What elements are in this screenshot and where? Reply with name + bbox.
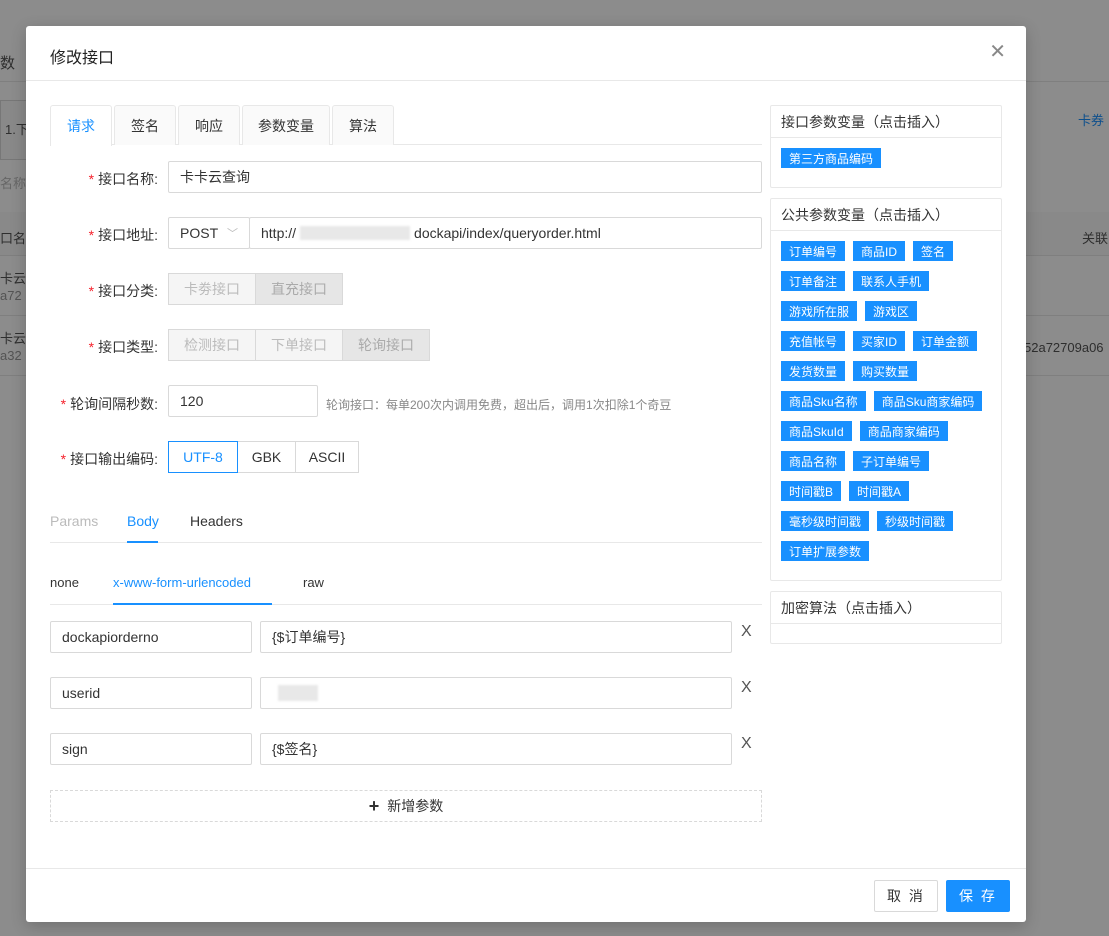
- var-chip[interactable]: 时间戳B: [781, 481, 842, 501]
- chip-row: 商品名称 子订单编号: [781, 451, 1001, 471]
- public-vars-panel: 公共参数变量（点击插入） 订单编号 商品ID 签名 订单备注 联系人手机 游戏所在服 游戏区…: [770, 198, 1002, 581]
- param-value-input[interactable]: {$签名}: [260, 733, 732, 765]
- encoding-option-ascii[interactable]: ASCII: [295, 441, 359, 473]
- algorithms-panel: 加密算法（点击插入）: [770, 591, 1002, 644]
- modal-title: 修改接口: [50, 50, 115, 67]
- interval-input[interactable]: 120: [168, 385, 318, 417]
- var-chip[interactable]: 子订单编号: [853, 451, 930, 471]
- chip-row: 订单编号 商品ID 签名: [781, 241, 1001, 261]
- tab-sign[interactable]: 签名: [114, 105, 176, 145]
- var-chip[interactable]: 毫秒级时间戳: [781, 511, 870, 531]
- redacted-host: [300, 226, 411, 240]
- chip-row: 发货数量 购买数量: [781, 361, 1001, 381]
- param-key-input[interactable]: sign: [50, 733, 252, 765]
- redacted-value: [278, 685, 318, 701]
- chip-row: 时间戳B 时间戳A: [781, 481, 1001, 501]
- interval-label: * 轮询间隔秒数:: [60, 396, 158, 412]
- encoding-label: * 接口输出编码:: [60, 451, 158, 467]
- param-value-input[interactable]: {$订单编号}: [260, 621, 732, 653]
- subtab-body[interactable]: Body: [127, 513, 159, 529]
- category-option-card[interactable]: 卡劵接口: [168, 273, 256, 305]
- param-value-input[interactable]: [260, 677, 732, 709]
- tab-request[interactable]: 请求: [50, 105, 112, 146]
- body-type-raw[interactable]: raw: [303, 575, 324, 590]
- var-chip[interactable]: 时间戳A: [849, 481, 910, 501]
- tab-algorithm[interactable]: 算法: [332, 105, 394, 145]
- chip-row: 商品Sku名称 商品Sku商家编码: [781, 391, 1001, 411]
- main-tabs: 请求 签名 响应 参数变量 算法: [50, 105, 762, 146]
- encoding-option-gbk[interactable]: GBK: [237, 441, 296, 473]
- active-subtab-indicator: [127, 541, 158, 543]
- var-chip[interactable]: 订单编号: [781, 241, 846, 261]
- plus-icon: +: [368, 796, 380, 816]
- chevron-down-icon: ﹀: [227, 228, 238, 240]
- modal-footer: 取 消 保 存: [26, 868, 1026, 922]
- body-type-none[interactable]: none: [50, 575, 79, 590]
- param-key-input[interactable]: dockapiorderno: [50, 621, 252, 653]
- var-chip[interactable]: 商品SkuId: [781, 421, 852, 441]
- tab-param-vars[interactable]: 参数变量: [242, 105, 330, 145]
- cancel-button[interactable]: 取 消: [874, 880, 938, 912]
- delete-param-icon[interactable]: X: [741, 735, 752, 753]
- type-option-poll[interactable]: 轮询接口: [342, 329, 430, 361]
- edit-interface-modal: 修改接口 ✕ 请求 签名 响应 参数变量 算法 * 接口名称: 卡卡云查询 * 接口…: [26, 26, 1026, 922]
- var-chip[interactable]: 商品名称: [781, 451, 846, 471]
- var-chip[interactable]: 第三方商品编码: [781, 148, 882, 168]
- type-option-check[interactable]: 检测接口: [168, 329, 256, 361]
- name-input[interactable]: 卡卡云查询: [168, 161, 762, 193]
- delete-param-icon[interactable]: X: [741, 679, 752, 697]
- chip-row: 订单扩展参数: [781, 541, 1001, 561]
- panel-title: 加密算法（点击插入）: [771, 592, 1001, 624]
- type-label: * 接口类型:: [88, 339, 158, 355]
- var-chip[interactable]: 购买数量: [853, 361, 918, 381]
- subtab-params[interactable]: Params: [50, 513, 98, 529]
- var-chip[interactable]: 订单备注: [781, 271, 846, 291]
- var-chip[interactable]: 发货数量: [781, 361, 846, 381]
- active-body-type-indicator: [113, 603, 272, 605]
- var-chip[interactable]: 订单金额: [913, 331, 978, 351]
- panel-title: 公共参数变量（点击插入）: [771, 199, 1001, 231]
- tab-response[interactable]: 响应: [178, 105, 240, 145]
- var-chip[interactable]: 商品ID: [853, 241, 906, 261]
- url-input[interactable]: http:// dockapi/index/queryorder.html: [249, 217, 762, 249]
- name-label: * 接口名称:: [88, 171, 158, 187]
- body-type-urlencoded[interactable]: x-www-form-urlencoded: [113, 575, 251, 590]
- chip-row: 毫秒级时间戳 秒级时间戳: [781, 511, 1001, 531]
- interface-vars-panel: 接口参数变量（点击插入） 第三方商品编码: [770, 105, 1002, 188]
- close-icon[interactable]: ✕: [989, 42, 1006, 62]
- url-label: * 接口地址:: [88, 227, 158, 243]
- var-chip[interactable]: 游戏区: [865, 301, 918, 321]
- modal-header: 修改接口 ✕: [26, 26, 1026, 81]
- add-param-button[interactable]: + 新增参数: [50, 790, 762, 822]
- subtab-headers[interactable]: Headers: [190, 513, 243, 529]
- type-option-order[interactable]: 下单接口: [255, 329, 343, 361]
- var-chip[interactable]: 联系人手机: [853, 271, 930, 291]
- var-chip[interactable]: 买家ID: [853, 331, 906, 351]
- category-label: * 接口分类:: [88, 283, 158, 299]
- var-chip[interactable]: 秒级时间戳: [877, 511, 954, 531]
- var-chip[interactable]: 商品商家编码: [859, 421, 948, 441]
- var-chip[interactable]: 商品Sku名称: [781, 391, 866, 411]
- chip-row: 充值帐号 买家ID 订单金额: [781, 331, 1001, 351]
- param-key-input[interactable]: userid: [50, 677, 252, 709]
- panel-title: 接口参数变量（点击插入）: [771, 106, 1001, 138]
- category-option-recharge[interactable]: 直充接口: [255, 273, 343, 305]
- encoding-option-utf8[interactable]: UTF-8: [168, 441, 238, 473]
- chip-row: 订单备注 联系人手机: [781, 271, 1001, 291]
- var-chip[interactable]: 游戏所在服: [781, 301, 858, 321]
- var-chip[interactable]: 订单扩展参数: [781, 541, 870, 561]
- save-button[interactable]: 保 存: [946, 880, 1010, 912]
- var-chip[interactable]: 签名: [913, 241, 954, 261]
- chip-row: 商品SkuId 商品商家编码: [781, 421, 1001, 441]
- chip-row: 游戏所在服 游戏区: [781, 301, 1001, 321]
- method-select[interactable]: POST ﹀: [168, 217, 250, 249]
- delete-param-icon[interactable]: X: [741, 623, 752, 641]
- interval-hint: 轮询接口：每单200次内调用免费，超出后，调用1次扣除1个奇豆: [326, 398, 672, 412]
- var-chip[interactable]: 商品Sku商家编码: [873, 391, 983, 411]
- var-chip[interactable]: 充值帐号: [781, 331, 846, 351]
